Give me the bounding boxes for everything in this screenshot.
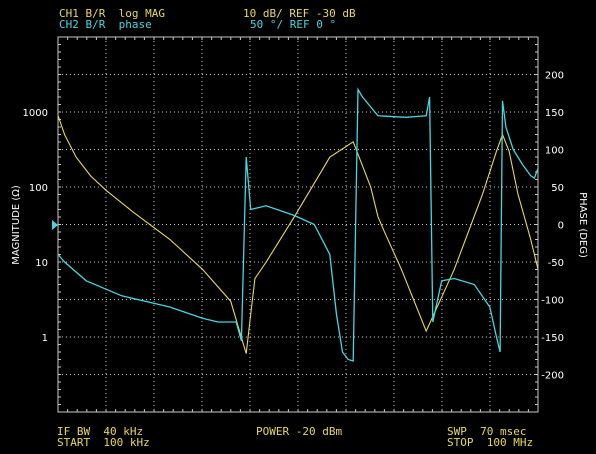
left-axis-label: MAGNITUDE (Ω) xyxy=(11,185,22,265)
right-tick-label: -200 xyxy=(541,371,564,382)
right-tick-label: 150 xyxy=(545,108,564,119)
left-tick-label: 1000 xyxy=(23,108,48,119)
trace-plot: 1000 100 10 1 200 150 100 50 0 -50 -100 -150 -200 M… xyxy=(11,36,588,413)
stop-freq-readout: STOP 100 MHz xyxy=(447,436,534,449)
right-tick-label: -50 xyxy=(548,258,564,269)
right-axis-label: PHASE (DEG) xyxy=(577,192,588,258)
right-tick-label: -100 xyxy=(541,296,564,307)
right-tick-label: 200 xyxy=(545,71,564,82)
start-freq-readout: START 100 kHz xyxy=(57,436,150,449)
right-axis-ticks: 200 150 100 50 0 -50 -100 -150 -200 xyxy=(541,71,564,382)
power-readout: POWER -20 dBm xyxy=(256,425,343,438)
graticule xyxy=(57,36,539,413)
reference-triangle-icon xyxy=(52,220,58,230)
right-tick-label: 100 xyxy=(545,146,564,157)
left-tick-label: 10 xyxy=(35,258,48,269)
left-axis-ticks: 1000 100 10 1 xyxy=(23,108,48,344)
left-tick-label: 100 xyxy=(29,183,48,194)
left-tick-label: 1 xyxy=(42,333,48,344)
right-tick-label: 50 xyxy=(551,183,564,194)
right-tick-label: -150 xyxy=(541,333,564,344)
right-tick-label: 0 xyxy=(558,221,564,232)
